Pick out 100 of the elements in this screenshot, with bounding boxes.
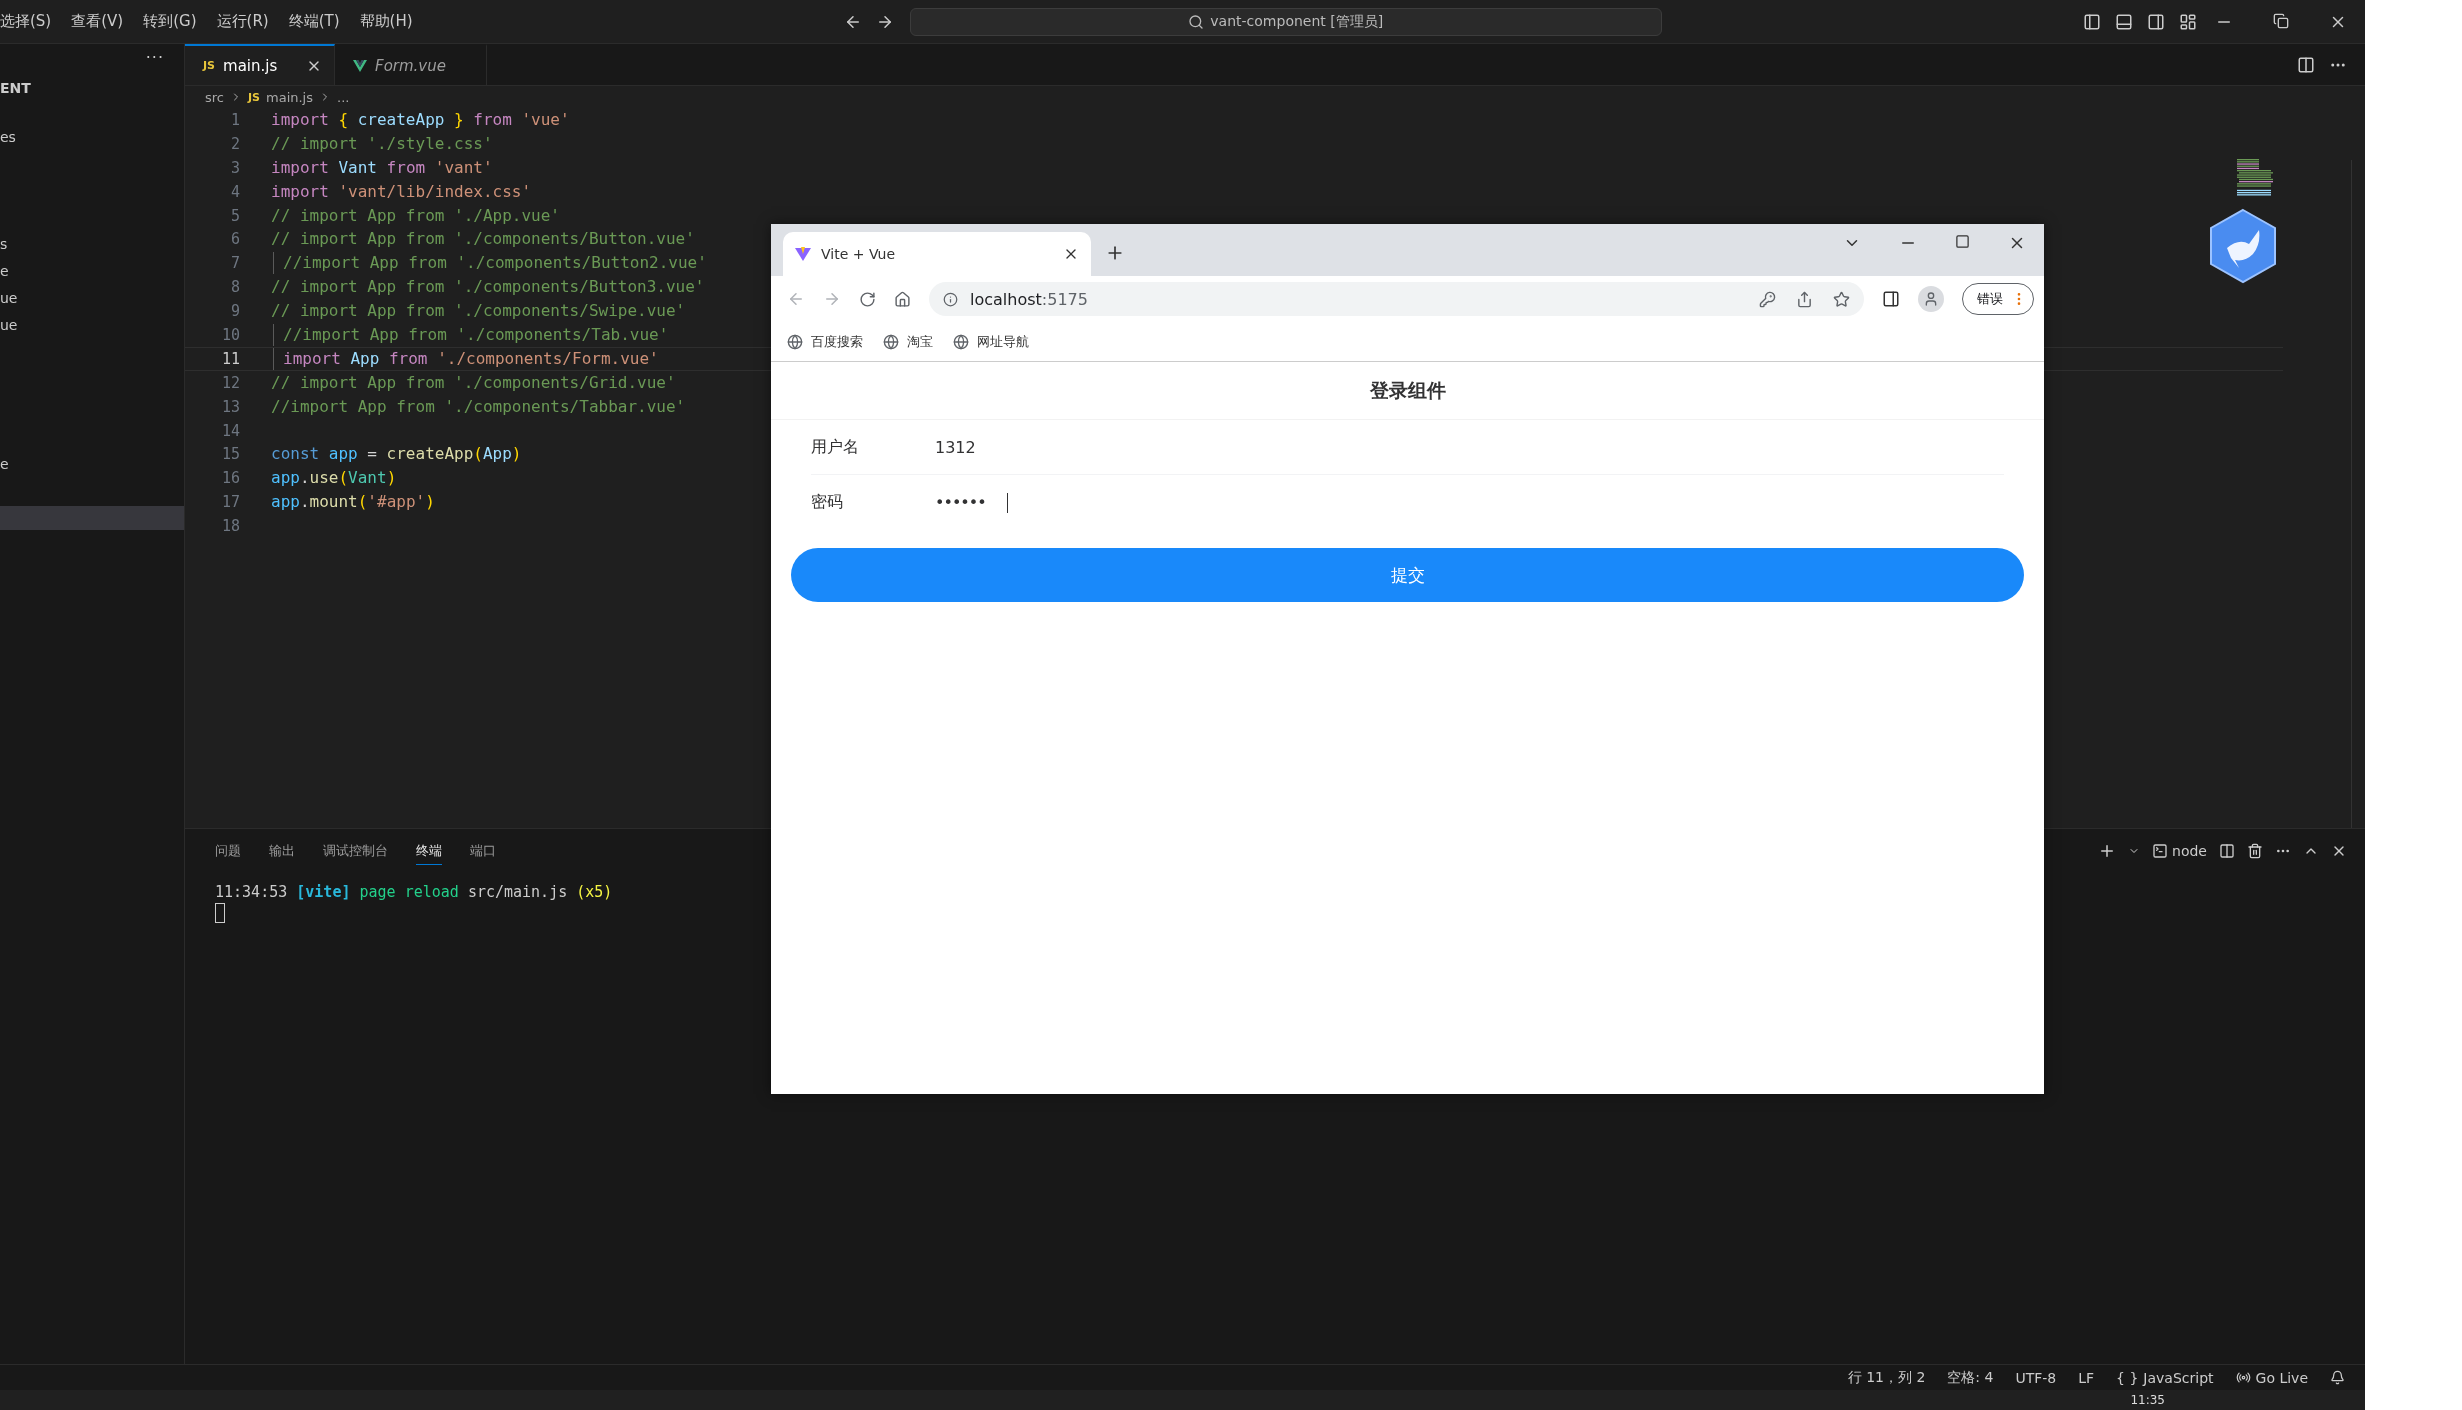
clock-time[interactable]: 11:35 [2130, 1393, 2165, 1407]
vue-logo-icon [353, 59, 367, 72]
layout-icon[interactable] [2179, 12, 2197, 31]
sidebar-toggle-icon[interactable] [2083, 12, 2101, 31]
key-icon[interactable] [1759, 290, 1776, 308]
code-line: import 'vant/lib/index.css' [270, 180, 532, 203]
file-item[interactable]: ue [0, 312, 184, 339]
bookmark-star-icon[interactable] [1833, 290, 1850, 308]
language-status[interactable]: { } JavaScript [2116, 1369, 2214, 1386]
code-line: // import App from './components/Swipe.vue' [270, 300, 686, 322]
breadcrumb-item[interactable]: ... [337, 89, 350, 105]
js-file-icon: JS [248, 90, 260, 104]
code-line: // import './style.css' [270, 132, 493, 155]
split-terminal-icon[interactable] [2219, 843, 2235, 859]
code-line: const app = createApp(App) [270, 443, 522, 466]
panel-tab[interactable]: 输出 [269, 837, 295, 865]
code-line: app.mount('#app') [270, 491, 435, 514]
bookmark-link[interactable]: 百度搜索 [787, 332, 863, 351]
workspace-title: vant-component [管理员] [1210, 12, 1384, 31]
menu-item[interactable]: 查看(V) [61, 12, 134, 31]
submit-button[interactable]: 提交 [791, 548, 2024, 602]
code-line: import { createApp } from 'vue' [270, 109, 570, 131]
file-item[interactable]: es [0, 124, 184, 151]
explorer-header[interactable]: ENT [0, 75, 184, 102]
globe-icon [883, 333, 899, 350]
search-icon [1188, 13, 1205, 30]
split-editor-icon[interactable] [2297, 55, 2315, 74]
code-line: //import App from './components/Tabbar.vue' [270, 395, 686, 418]
menu-item[interactable]: 运行(R) [206, 12, 279, 31]
code-line: //import App from './components/Button2.vue' [273, 252, 707, 275]
side-panel-icon[interactable] [1882, 290, 1900, 308]
code-line: //import App from './components/Tab.vue' [273, 324, 669, 346]
panel-tab[interactable]: 调试控制台 [323, 837, 388, 865]
menu-item[interactable]: 选择(S) [0, 12, 62, 31]
terminal-line: 11:34:53 [vite] page reload src/main.js (x5) [215, 882, 613, 903]
line-number: 5 [229, 205, 240, 227]
restore-icon[interactable] [2273, 12, 2289, 29]
line-number: 16 [220, 468, 240, 490]
page-title: 登录组件 [771, 362, 2044, 420]
command-center-search[interactable]: vant-component [管理员] [909, 7, 1662, 36]
home-icon[interactable] [894, 290, 911, 308]
reload-icon[interactable] [859, 290, 876, 308]
more-icon[interactable]: ··· [145, 48, 164, 67]
line-number: 8 [229, 277, 240, 299]
breadcrumb-item[interactable]: main.js [266, 89, 313, 105]
indentation-status[interactable]: 空格: 4 [1947, 1368, 1994, 1387]
line-number: 6 [229, 229, 240, 251]
code-line: // import App from './components/Grid.vue' [270, 371, 676, 394]
file-item[interactable]: e [0, 451, 184, 478]
line-number: 4 [229, 181, 240, 203]
notification-bell-icon[interactable] [2330, 1370, 2345, 1385]
info-icon[interactable] [943, 291, 958, 307]
bookmark-link[interactable]: 淘宝 [883, 332, 933, 351]
line-number: 3 [229, 157, 240, 179]
panel-toggle-icon[interactable] [2115, 12, 2133, 31]
line-number: 15 [220, 444, 240, 466]
error-button[interactable]: 错误 [1962, 283, 2034, 315]
panel-tab[interactable]: 问题 [215, 837, 241, 865]
browser-tab[interactable]: Vite + Vue [783, 232, 1091, 276]
go-live-button[interactable]: Go Live [2235, 1369, 2308, 1386]
terminal-selector[interactable]: node [2152, 843, 2207, 859]
line-number: 7 [229, 253, 240, 275]
code-line: // import App from './components/Button.vue' [270, 228, 695, 251]
bookmark-link[interactable]: 网址导航 [953, 332, 1029, 351]
globe-icon [787, 333, 803, 350]
menu-item[interactable]: 转到(G) [133, 12, 207, 31]
file-item[interactable]: ue [0, 285, 184, 312]
menu-item[interactable]: 终端(T) [278, 12, 350, 31]
code-line: import Vant from 'vant' [270, 156, 493, 179]
breadcrumb-item[interactable]: src [205, 89, 224, 105]
broadcast-icon [2235, 1370, 2251, 1385]
cursor-position[interactable]: 行 11，列 2 [1847, 1368, 1926, 1387]
code-line: // import App from './components/Button3.vue' [270, 276, 705, 299]
file-item[interactable]: s [0, 231, 184, 258]
address-bar[interactable]: localhost:5175 [929, 282, 1864, 316]
terminal-icon [2152, 843, 2169, 859]
trash-icon[interactable] [2247, 843, 2263, 859]
field-label: 用户名 [811, 436, 860, 458]
js-file-icon: JS [203, 59, 215, 72]
code-line: app.use(Vant) [270, 467, 397, 490]
line-ending-status[interactable]: LF [2078, 1369, 2095, 1386]
file-item[interactable]: e [0, 258, 184, 285]
line-number: 12 [220, 372, 240, 394]
line-number: 14 [220, 420, 240, 442]
encoding-status[interactable]: UTF-8 [2015, 1369, 2057, 1386]
panel-tab[interactable]: 端口 [470, 837, 496, 865]
line-number: 17 [220, 492, 240, 514]
editor-tab[interactable]: JS main.js [185, 44, 335, 85]
line-number: 1 [229, 110, 240, 131]
url-text: localhost:5175 [970, 289, 1088, 309]
line-number: 13 [220, 396, 240, 418]
line-number: 2 [229, 133, 240, 155]
menu-item[interactable]: 帮助(H) [349, 12, 423, 31]
share-icon[interactable] [1796, 290, 1813, 308]
maximize-icon[interactable] [1955, 234, 1970, 249]
profile-avatar-icon[interactable] [1918, 286, 1944, 312]
secondary-sidebar-icon[interactable] [2147, 12, 2165, 31]
line-number: 11 [220, 348, 240, 370]
line-number: 10 [220, 325, 240, 346]
panel-tab[interactable]: 终端 [416, 837, 442, 865]
